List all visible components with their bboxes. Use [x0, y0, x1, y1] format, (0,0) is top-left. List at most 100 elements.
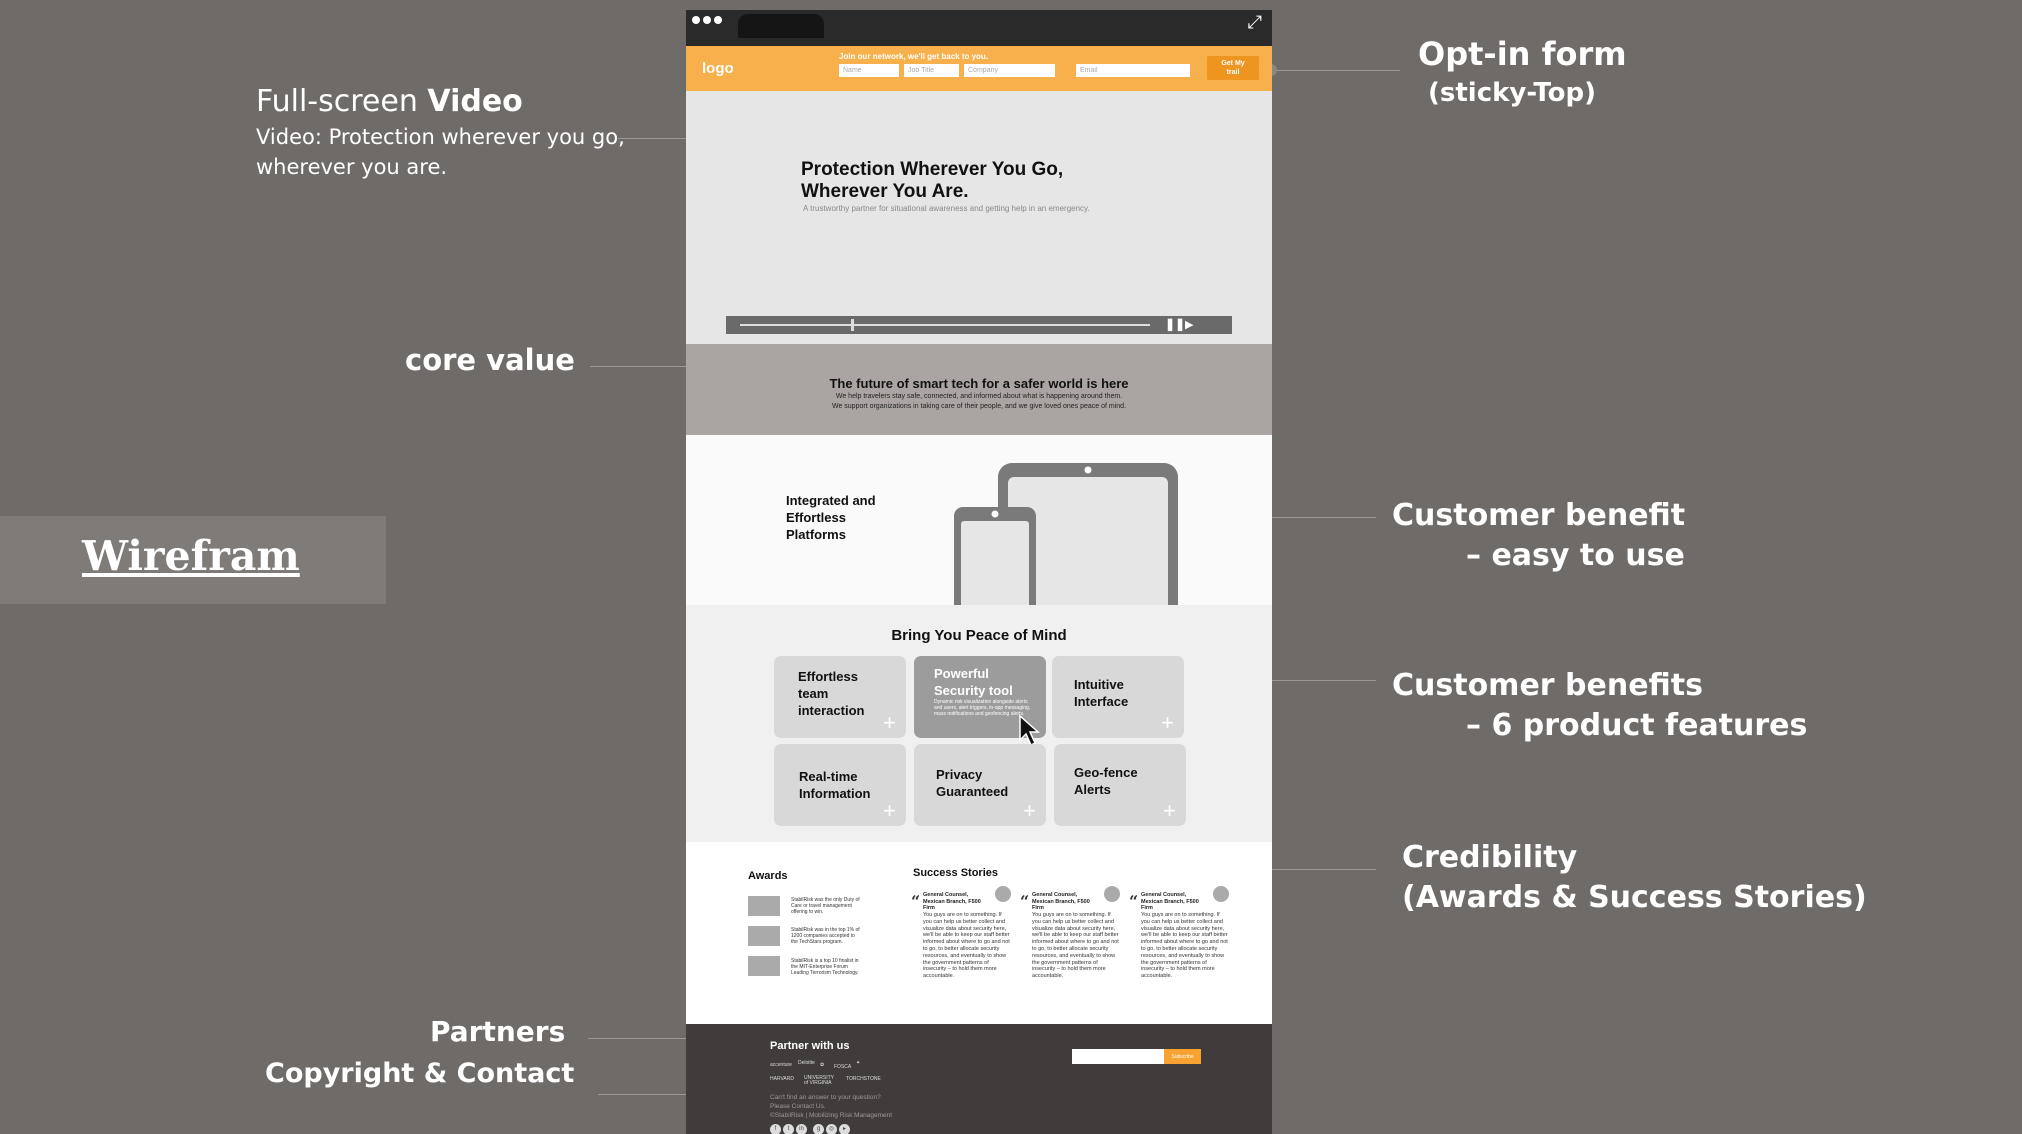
annotation-features-line2: – 6 product features — [1466, 708, 1808, 743]
quote-icon: “ — [1129, 892, 1139, 911]
footer-contact-link[interactable]: Please Contact Us. — [770, 1103, 826, 1110]
core-title: The future of smart tech for a safer wor… — [829, 376, 1129, 391]
partner-logo[interactable]: ✿ — [820, 1062, 824, 1068]
twitter-icon[interactable]: t — [783, 1124, 794, 1134]
story-body: You guys are on to something. If you can… — [923, 912, 1010, 980]
feature-card-label-line: Real-time — [799, 769, 858, 784]
get-trial-button[interactable]: Get My trail — [1207, 56, 1259, 80]
partner-logo[interactable]: HARVARD — [770, 1076, 794, 1082]
credibility-section: Awards StabilRisk was the only Duty of C… — [686, 842, 1272, 1024]
benefit-line1: Integrated and — [786, 493, 876, 508]
story-author: General Counsel, Mexican Branch, F500 Fi… — [1141, 892, 1199, 911]
hero-subtitle: A trustworthy partner for situational aw… — [803, 204, 1090, 213]
email-field[interactable] — [1076, 64, 1190, 77]
cursor-icon — [1019, 714, 1040, 747]
feature-card-label: Real-time Information — [799, 768, 871, 802]
feature-card-label-line: Geo-fence — [1074, 765, 1138, 780]
story-body: You guys are on to something. If you can… — [1141, 912, 1228, 980]
annotation-core-value: core value — [405, 343, 575, 377]
award-text: StabilRisk was the only Duty of Care or … — [791, 897, 860, 915]
feature-card-security-tool[interactable]: Powerful Security tool Dynamic risk visu… — [914, 656, 1046, 747]
annotation-credibility-line2: (Awards & Success Stories) — [1402, 880, 1867, 915]
story-author: General Counsel, Mexican Branch, F500 Fi… — [923, 892, 981, 911]
youtube-icon[interactable]: ▸ — [839, 1124, 850, 1134]
instagram-icon[interactable]: ◎ — [826, 1124, 837, 1134]
footer-help-text: Can't find an answer to your question? — [770, 1094, 881, 1101]
annotation-optin-sub: (sticky-Top) — [1428, 78, 1596, 108]
hero-title-line2: Wherever You Are. — [801, 181, 969, 202]
story-author: General Counsel, Mexican Branch, F500 Fi… — [1032, 892, 1090, 911]
avatar — [995, 886, 1011, 902]
company-field[interactable] — [964, 64, 1055, 77]
pause-icon[interactable]: ❚❚ — [1165, 317, 1185, 331]
browser-mockup: ⤢ logo Join our network, we'll get back … — [686, 10, 1272, 1134]
features-title: Bring You Peace of Mind — [891, 627, 1067, 644]
subscribe-button[interactable]: Subscribe — [1164, 1049, 1201, 1064]
partner-logo[interactable]: accenture — [770, 1062, 792, 1068]
browser-chrome: ⤢ — [686, 10, 1272, 46]
feature-card-label-line: Information — [799, 786, 871, 801]
hero-video[interactable]: Protection Wherever You Go, Wherever You… — [686, 91, 1272, 344]
partner-title: Partner with us — [770, 1040, 850, 1052]
subscribe-email-input[interactable] — [1072, 1049, 1164, 1064]
footer-copyright: ©StabilRisk | Mobilizing Risk Management — [770, 1112, 893, 1119]
annotation-features-line1: Customer benefits — [1392, 668, 1703, 703]
feature-card-intuitive-interface[interactable]: Intuitive Interface + — [1052, 656, 1184, 738]
awards-title: Awards — [748, 870, 788, 882]
benefit-text: Integrated and Effortless Platforms — [786, 492, 916, 543]
browser-tab[interactable] — [738, 14, 824, 38]
feature-card-real-time-information[interactable]: Real-time Information + — [774, 744, 906, 826]
wireframe-label: Wirefram — [82, 532, 300, 580]
annotation-partners: Partners — [430, 1015, 566, 1048]
expand-icon[interactable]: ⤢ — [1248, 12, 1262, 33]
core-line2: We support organizations in taking care … — [831, 403, 1127, 410]
partner-logo[interactable]: UNIVERSITY of VIRGINIA — [804, 1076, 838, 1086]
feature-card-label: Powerful Security tool — [934, 665, 1013, 699]
linkedin-icon[interactable]: in — [796, 1124, 807, 1134]
feature-card-label-line: Interface — [1074, 694, 1129, 709]
feature-card-team-interaction[interactable]: Effortless team interaction + — [774, 656, 906, 738]
dots-icon — [692, 16, 700, 24]
annotation-benefit-line1: Customer benefit — [1392, 498, 1686, 533]
plus-icon[interactable]: + — [1163, 800, 1176, 822]
annotation-benefit-line2: – easy to use — [1466, 538, 1685, 573]
feature-card-privacy-guaranteed[interactable]: Privacy Guaranteed + — [914, 744, 1046, 826]
logo[interactable]: logo — [702, 60, 734, 77]
plus-icon[interactable]: + — [1161, 712, 1174, 734]
feature-card-label: Intuitive Interface — [1074, 676, 1128, 710]
benefit-line2: Effortless — [786, 510, 846, 525]
play-icon[interactable]: ▶ — [1185, 318, 1193, 331]
award-image — [748, 956, 780, 976]
plus-icon[interactable]: + — [883, 800, 896, 822]
get-trial-line1: Get My — [1221, 60, 1245, 67]
feature-card-label: Effortless team interaction — [798, 668, 864, 719]
partner-logo[interactable]: Deloitte — [798, 1060, 815, 1066]
plus-icon[interactable]: + — [1023, 800, 1036, 822]
feature-card-label-line: Powerful — [934, 666, 989, 681]
video-scrubber[interactable] — [850, 319, 854, 331]
benefit-line3: Platforms — [786, 527, 846, 542]
annotation-video-title: Full-screen Video — [256, 84, 523, 119]
job-title-field[interactable] — [904, 64, 959, 77]
facebook-icon[interactable]: f — [770, 1124, 781, 1134]
feature-card-label: Privacy Guaranteed — [936, 766, 1008, 800]
stories-title: Success Stories — [913, 867, 998, 879]
avatar — [1213, 886, 1229, 902]
leader-core — [590, 366, 694, 367]
annotation-copyright: Copyright & Contact — [265, 1058, 575, 1089]
plus-icon[interactable]: + — [883, 712, 896, 734]
feature-card-label: Geo-fence Alerts — [1074, 764, 1138, 798]
feature-card-label-line: interaction — [798, 703, 865, 718]
benefit-section: Integrated and Effortless Platforms — [686, 435, 1272, 605]
partner-logo[interactable]: FOSCA — [834, 1064, 851, 1070]
get-trial-line2: trail — [1226, 69, 1240, 76]
video-progress-track[interactable] — [740, 324, 1150, 326]
name-field[interactable] — [839, 64, 899, 77]
google-icon[interactable]: g — [813, 1124, 824, 1134]
feature-card-label-line: team — [798, 686, 829, 701]
award-image — [748, 926, 780, 946]
optin-bar: logo Join our network, we'll get back to… — [686, 46, 1272, 91]
partner-logo[interactable]: ✦ — [856, 1060, 860, 1066]
partner-logo[interactable]: TORCHSTONE — [846, 1076, 881, 1082]
feature-card-geo-fence-alerts[interactable]: Geo-fence Alerts + — [1054, 744, 1186, 826]
